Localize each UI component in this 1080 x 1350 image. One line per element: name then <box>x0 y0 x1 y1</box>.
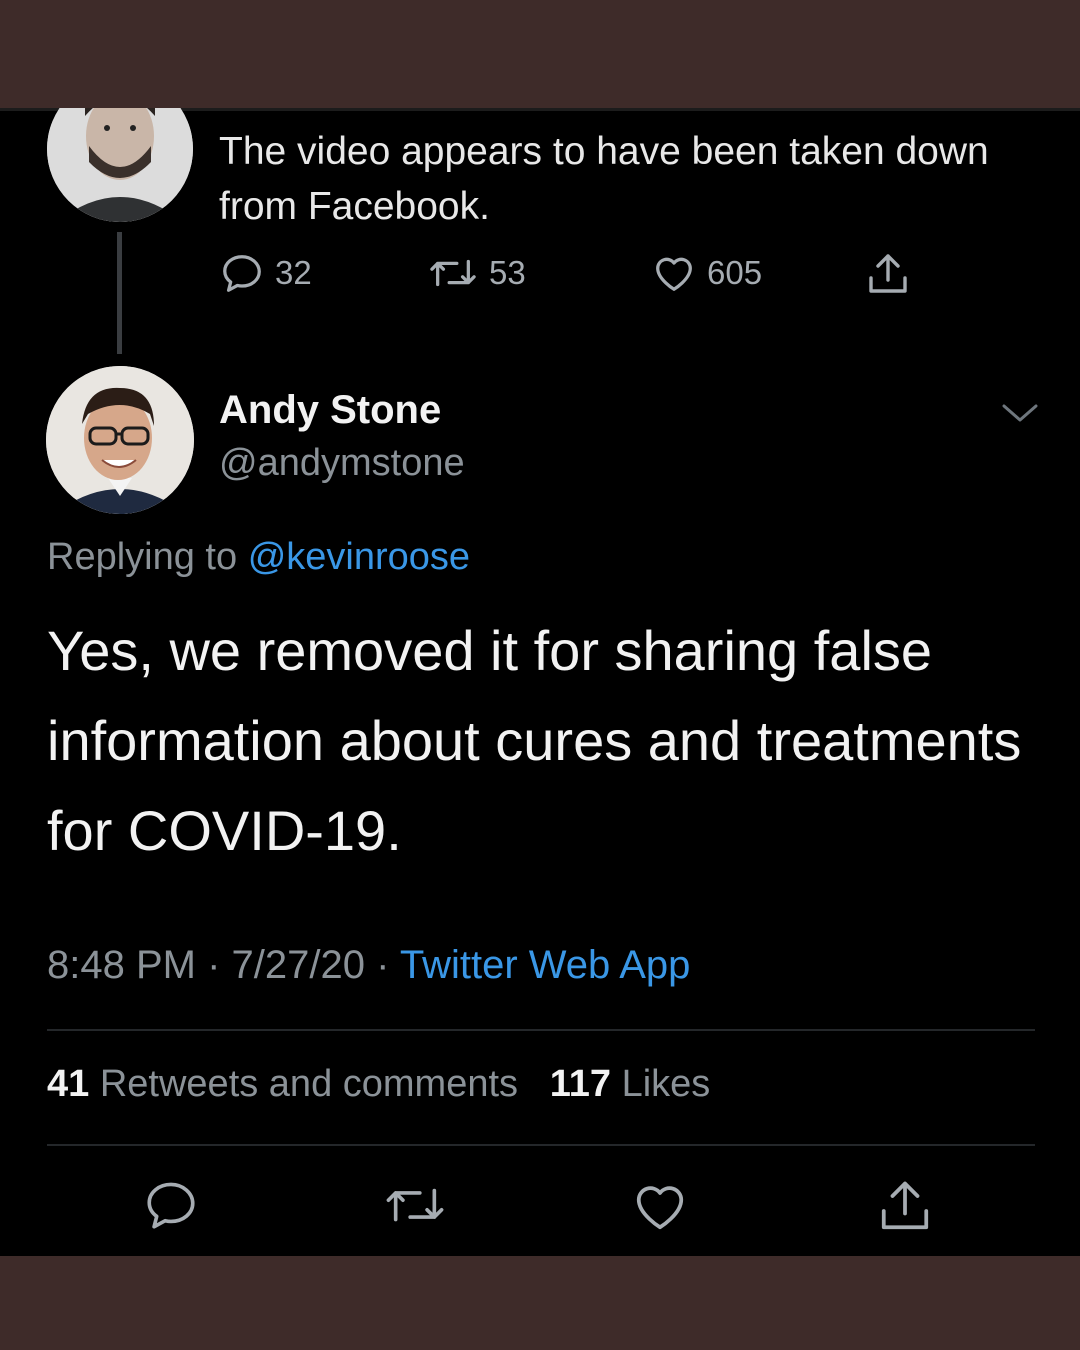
chevron-down-icon <box>1002 404 1038 422</box>
tweet-date[interactable]: 7/27/20 <box>232 943 365 987</box>
like-count: 605 <box>707 254 763 291</box>
retweet-count: 53 <box>489 254 526 291</box>
likes-count: 117 <box>549 1063 612 1105</box>
avatar-image <box>47 108 193 222</box>
reply-icon <box>223 255 261 292</box>
tweet-meta: 8:48 PM · 7/27/20 · Twitter Web App <box>47 943 690 988</box>
share-icon <box>869 254 907 293</box>
previous-tweet-actions: 32 53 605 <box>219 250 939 306</box>
likes-label: Likes <box>621 1063 711 1105</box>
reply-icon <box>147 1182 195 1229</box>
replying-prefix: Replying to <box>47 536 238 578</box>
reply-count: 32 <box>275 254 312 291</box>
more-options-button[interactable] <box>1000 400 1040 431</box>
tweet-action-bar <box>0 1176 1080 1246</box>
heart-icon <box>656 257 692 291</box>
retweet-icon <box>386 1188 444 1222</box>
mention-link[interactable]: @kevinroose <box>248 536 470 578</box>
tweet-source-link[interactable]: Twitter Web App <box>400 943 691 987</box>
divider <box>47 1029 1035 1031</box>
tweet-time[interactable]: 8:48 PM <box>47 943 196 987</box>
like-action[interactable]: 605 <box>651 250 762 296</box>
avatar-andy-stone[interactable] <box>46 366 194 514</box>
thread-connector <box>117 232 122 354</box>
author-handle[interactable]: @andymstone <box>219 442 465 485</box>
meta-separator: · <box>207 943 221 987</box>
retweet-action[interactable]: 53 <box>427 250 526 296</box>
retweet-button[interactable] <box>382 1176 448 1239</box>
likes-stat[interactable]: 117 Likes <box>550 1063 711 1105</box>
like-button[interactable] <box>630 1176 690 1241</box>
replying-to-line: Replying to @kevinroose <box>47 536 470 579</box>
divider <box>47 1144 1035 1146</box>
heart-icon <box>636 1186 684 1230</box>
retweets-count: 41 <box>47 1063 90 1105</box>
tweet-text: Yes, we removed it for sharing false inf… <box>47 619 1022 862</box>
reply-action[interactable]: 32 <box>219 250 312 296</box>
share-button[interactable] <box>874 1176 936 1241</box>
tweet-screen: The video appears to have been taken dow… <box>0 108 1080 1256</box>
meta-separator: · <box>376 943 390 987</box>
author-name[interactable]: Andy Stone <box>219 388 441 433</box>
share-action[interactable] <box>863 250 913 298</box>
avatar-image <box>46 366 194 514</box>
reply-button[interactable] <box>142 1176 200 1239</box>
retweets-label: Retweets and comments <box>99 1063 519 1105</box>
share-icon <box>881 1181 929 1230</box>
retweet-icon <box>430 259 476 287</box>
previous-tweet-text: The video appears to have been taken dow… <box>219 130 989 228</box>
tweet-stats: 41 Retweets and comments 117 Likes <box>47 1063 710 1106</box>
retweets-stat[interactable]: 41 Retweets and comments <box>47 1063 518 1105</box>
avatar-previous-author[interactable] <box>47 108 193 222</box>
